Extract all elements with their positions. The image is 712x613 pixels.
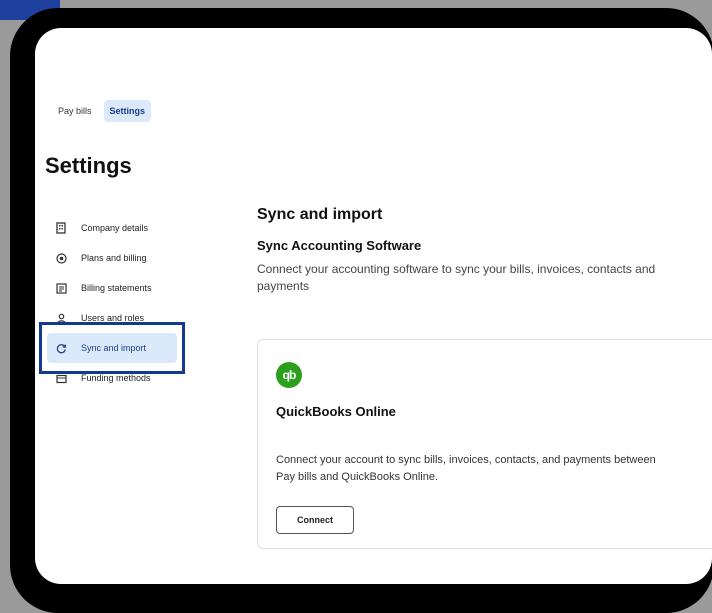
section-title: Sync and import: [257, 206, 383, 223]
sidebar-item-label: Company details: [81, 223, 149, 233]
connect-button[interactable]: Connect: [276, 506, 354, 534]
tab-settings[interactable]: Settings: [103, 100, 152, 122]
target-icon: [55, 252, 67, 264]
subsection-title: Sync Accounting Software: [257, 238, 422, 253]
sidebar-item-label: Funding methods: [81, 373, 151, 383]
sidebar-item-plans-billing[interactable]: Plans and billing: [47, 243, 187, 273]
quickbooks-card: qb QuickBooks Online Connect your accoun…: [257, 339, 712, 549]
highlight-annotation: [39, 322, 185, 374]
app-screen: Pay bills Settings Settings Company deta…: [35, 28, 712, 584]
section-description: Connect your accounting software to sync…: [257, 262, 656, 293]
page-title: Settings: [45, 153, 132, 178]
top-tabs: Pay bills Settings: [52, 100, 152, 122]
statement-icon: [55, 282, 67, 294]
building-icon: [55, 222, 67, 234]
sidebar-item-company-details[interactable]: Company details: [47, 213, 187, 243]
sync-section: Sync and import Sync Accounting Software…: [257, 206, 687, 295]
sidebar-item-label: Billing statements: [81, 283, 152, 293]
integration-description: Connect your account to sync bills, invo…: [276, 454, 656, 483]
quickbooks-logo-icon: qb: [276, 362, 302, 388]
sidebar-item-billing-statements[interactable]: Billing statements: [47, 273, 187, 303]
integration-name: QuickBooks Online: [276, 404, 396, 419]
sidebar-item-label: Plans and billing: [81, 253, 147, 263]
tab-pay-bills[interactable]: Pay bills: [52, 100, 98, 122]
